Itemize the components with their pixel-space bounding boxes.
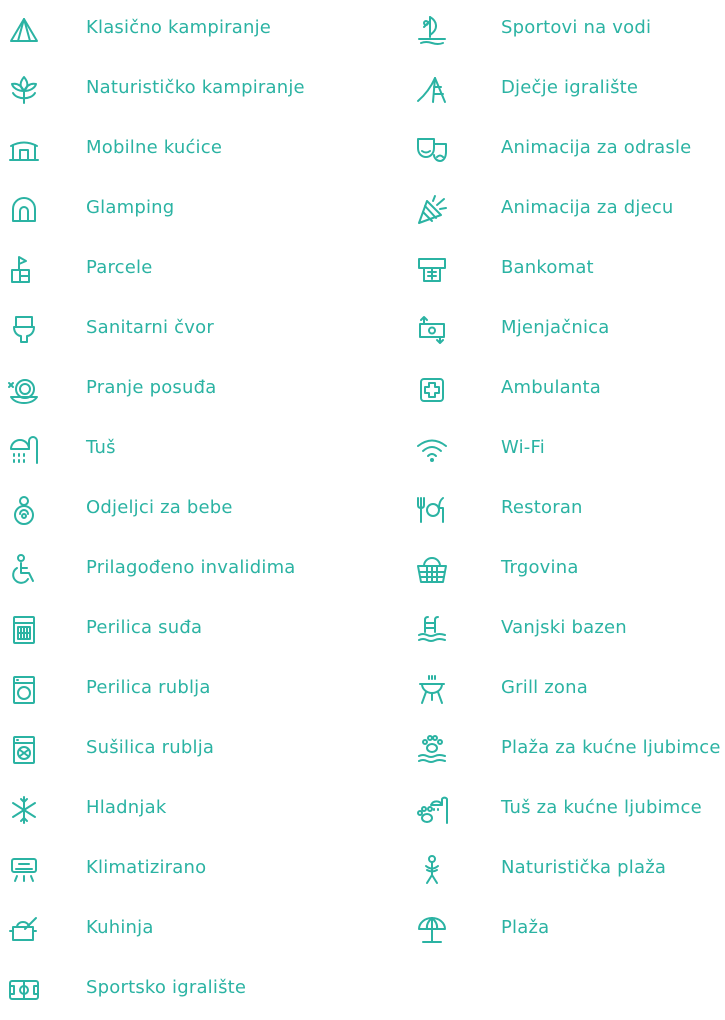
amenity-label: Sušilica rublja: [86, 737, 215, 758]
amenity-label: Klimatizirano: [86, 857, 207, 878]
naturist-beach-icon: [412, 850, 452, 890]
atm-icon: [412, 250, 452, 290]
amenity-label: Pranje posuđa: [86, 377, 217, 398]
beach-umbrella-icon: [412, 910, 452, 950]
amenity-label: Tuš za kućne ljubimce: [501, 797, 702, 818]
wheelchair-icon: [4, 550, 44, 590]
shopping-basket-icon: [412, 550, 452, 590]
exchange-icon: [412, 310, 452, 350]
snowflake-icon: [4, 790, 44, 830]
toilet-icon: [4, 310, 44, 350]
amenity-label: Plaža: [501, 917, 550, 938]
parcel-flag-icon: [4, 250, 44, 290]
amenity-label: Animacija za djecu: [501, 197, 674, 218]
dishwashing-icon: [4, 370, 44, 410]
grill-icon: [412, 670, 452, 710]
amenity-label: Trgovina: [501, 557, 579, 578]
amenity-label: Prilagođeno invalidima: [86, 557, 296, 578]
glamping-icon: [4, 190, 44, 230]
kitchen-icon: [4, 910, 44, 950]
amenity-label: Bankomat: [501, 257, 594, 278]
pet-beach-icon: [412, 730, 452, 770]
amenity-label: Sportovi na vodi: [501, 17, 652, 38]
amenity-label: Perilica suđa: [86, 617, 203, 638]
pet-shower-icon: [412, 790, 452, 830]
baby-icon: [4, 490, 44, 530]
amenity-label: Mobilne kućice: [86, 137, 223, 158]
shower-icon: [4, 430, 44, 470]
amenity-label: Parcele: [86, 257, 153, 278]
amenity-label: Klasično kampiranje: [86, 17, 272, 38]
air-conditioner-icon: [4, 850, 44, 890]
amenity-label: Mjenjačnica: [501, 317, 610, 338]
sports-field-icon: [4, 970, 44, 1010]
amenity-label: Naturistička plaža: [501, 857, 667, 878]
tent-icon: [4, 10, 44, 50]
slide-icon: [412, 70, 452, 110]
dryer-icon: [4, 730, 44, 770]
amenity-label: Odjeljci za bebe: [86, 497, 233, 518]
pool-icon: [412, 610, 452, 650]
amenity-label: Wi-Fi: [501, 437, 545, 458]
amenity-label: Ambulanta: [501, 377, 602, 398]
amenity-label: Animacija za odrasle: [501, 137, 692, 158]
leaf-icon: [4, 70, 44, 110]
windsurf-icon: [412, 10, 452, 50]
amenity-label: Grill zona: [501, 677, 588, 698]
theatre-masks-icon: [412, 130, 452, 170]
party-popper-icon: [412, 190, 452, 230]
amenity-label: Hladnjak: [86, 797, 167, 818]
amenity-label: Glamping: [86, 197, 175, 218]
amenity-label: Sanitarni čvor: [86, 317, 214, 338]
amenity-label: Sportsko igralište: [86, 977, 247, 998]
mobile-home-icon: [4, 130, 44, 170]
amenity-label: Perilica rublja: [86, 677, 211, 698]
amenity-label: Dječje igralište: [501, 77, 639, 98]
washing-machine-icon: [4, 670, 44, 710]
amenity-label: Naturističko kampiranje: [86, 77, 305, 98]
wifi-icon: [412, 430, 452, 470]
amenity-label: Restoran: [501, 497, 583, 518]
dishwasher-icon: [4, 610, 44, 650]
amenity-label: Plaža za kućne ljubimce: [501, 737, 721, 758]
amenity-label: Vanjski bazen: [501, 617, 627, 638]
amenity-label: Kuhinja: [86, 917, 154, 938]
first-aid-icon: [412, 370, 452, 410]
restaurant-icon: [412, 490, 452, 530]
amenity-label: Tuš: [86, 437, 116, 458]
